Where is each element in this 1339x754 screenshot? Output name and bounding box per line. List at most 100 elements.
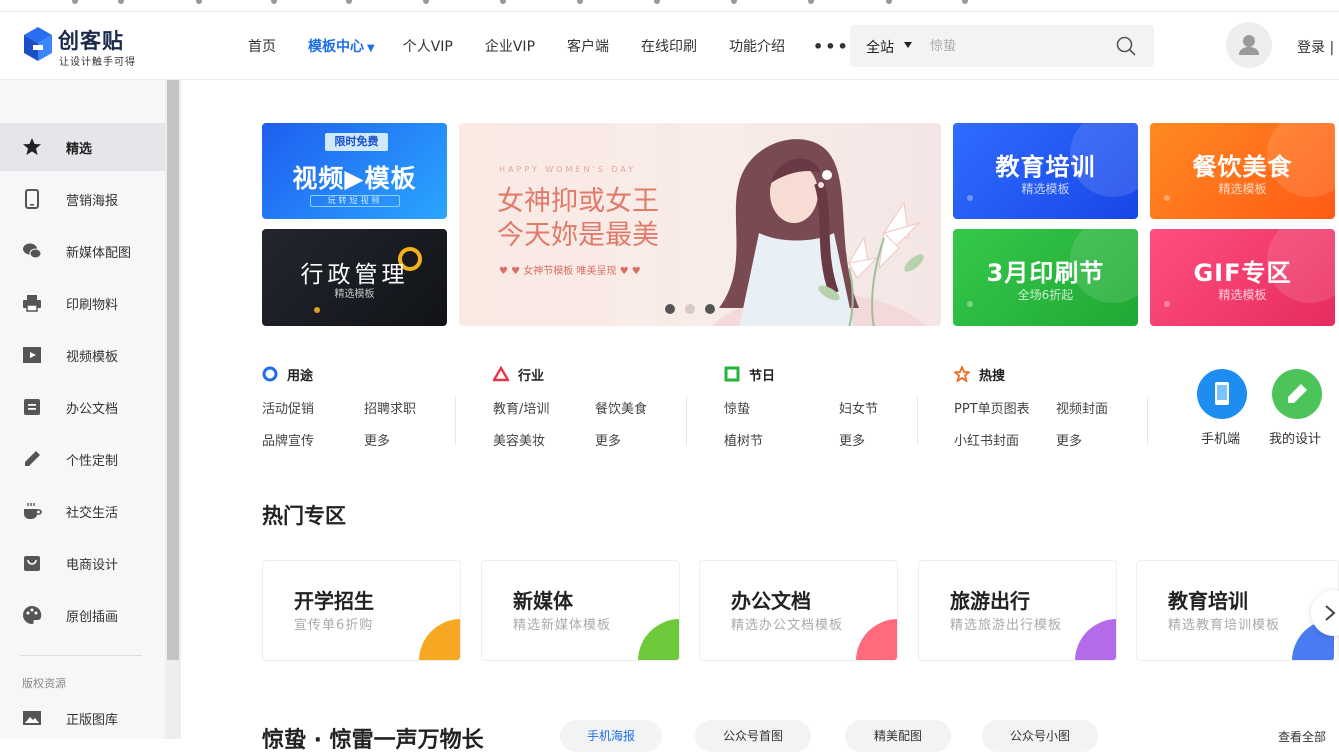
hot-card[interactable]: 开学招生 宣传单6折购 bbox=[262, 560, 461, 661]
quick-link[interactable]: 视频封面 bbox=[1056, 398, 1108, 417]
quick-link[interactable]: 小红书封面 bbox=[954, 430, 1019, 449]
brand-name: 创客贴 bbox=[58, 29, 124, 53]
banner-title: 教育培训 bbox=[995, 153, 1096, 181]
banner-subtitle: 精选模板 bbox=[1021, 182, 1070, 196]
hero-eyebrow: HAPPY WOMEN'S DAY bbox=[499, 165, 637, 174]
free-badge: 限时免费 bbox=[325, 133, 388, 151]
print-festival-banner[interactable]: 3月印刷节 全场6折起 bbox=[953, 229, 1138, 326]
sidebar-divider bbox=[20, 655, 142, 656]
quick-link[interactable]: 餐饮美食 bbox=[595, 398, 647, 417]
nav-personal-vip[interactable]: 个人VIP bbox=[403, 36, 453, 56]
caret-down-icon: ▼ bbox=[367, 43, 375, 54]
top-header: 创客贴 让设计触手可得 首页 模板中心 ▼ 个人VIP 企业VIP 客户端 在线印… bbox=[0, 12, 1339, 80]
hot-card[interactable]: 办公文档 精选办公文档模板 bbox=[699, 560, 898, 661]
sidebar-item-office-docs[interactable]: 办公文档 bbox=[0, 383, 165, 431]
gif-banner[interactable]: GIF专区 精选模板 bbox=[1150, 229, 1335, 326]
hot-card[interactable]: 旅游出行 精选旅游出行模板 bbox=[918, 560, 1117, 661]
nav-online-print[interactable]: 在线印刷 bbox=[641, 36, 697, 56]
education-banner[interactable]: 教育培训 精选模板 bbox=[953, 123, 1138, 219]
nav-template-center[interactable]: 模板中心 ▼ bbox=[308, 36, 375, 56]
hero-carousel[interactable]: HAPPY WOMEN'S DAY 女神抑或女王 今天妳是最美 ♥ ♥ 女神节模… bbox=[459, 123, 941, 326]
card-subtitle: 宣传单6折购 bbox=[294, 618, 374, 633]
carousel-dot-2[interactable] bbox=[685, 304, 695, 314]
circle-icon bbox=[262, 366, 278, 382]
sidebar-item-ecommerce[interactable]: 电商设计 bbox=[0, 539, 165, 587]
coffee-icon bbox=[24, 503, 42, 519]
login-link[interactable]: 登录 | bbox=[1297, 37, 1334, 57]
hero-illustration bbox=[711, 139, 927, 326]
sidebar-item-print-materials[interactable]: 印刷物料 bbox=[0, 279, 165, 327]
sidebar-item-video-templates[interactable]: 视频模板 bbox=[0, 331, 165, 379]
sidebar-item-label: 精选 bbox=[66, 142, 93, 157]
quick-link[interactable]: 惊蛰 bbox=[724, 398, 750, 417]
sidebar-item-stock-images[interactable]: 正版图库 bbox=[0, 694, 165, 742]
caret-down-icon[interactable] bbox=[904, 42, 912, 48]
nav-home[interactable]: 首页 bbox=[248, 36, 276, 56]
video-template-banner[interactable]: 限时免费 视频▶模板 玩转短视频 bbox=[262, 123, 447, 219]
sidebar-item-social-life[interactable]: 社交生活 bbox=[0, 487, 165, 535]
quick-link[interactable]: 妇女节 bbox=[839, 398, 878, 417]
admin-banner[interactable]: 行政管理 精选模板 bbox=[262, 229, 447, 326]
hot-card[interactable]: 新媒体 精选新媒体模板 bbox=[481, 560, 680, 661]
banner-title: 视频▶模板 bbox=[292, 164, 417, 193]
decor-dot bbox=[1164, 195, 1170, 201]
video-icon bbox=[23, 347, 41, 363]
logo-mark-icon bbox=[24, 27, 52, 61]
sidebar-scrollbar-thumb[interactable] bbox=[167, 80, 179, 660]
quick-link[interactable]: 招聘求职 bbox=[364, 398, 416, 417]
quick-link-more[interactable]: 更多 bbox=[1056, 430, 1082, 449]
section-title-jingzhe: 惊蛰 · 惊雷一声万物长 bbox=[262, 728, 484, 753]
divider bbox=[455, 397, 456, 445]
banner-title: 3月印刷节 bbox=[986, 259, 1105, 287]
sidebar-item-illustration[interactable]: 原创插画 bbox=[0, 591, 165, 639]
quick-link-more[interactable]: 更多 bbox=[839, 430, 865, 449]
card-accent bbox=[1075, 619, 1116, 660]
card-title: 新媒体 bbox=[513, 589, 573, 613]
search-input[interactable] bbox=[930, 33, 1100, 59]
quick-link[interactable]: 活动促销 bbox=[262, 398, 314, 417]
quick-link[interactable]: 植树节 bbox=[724, 430, 763, 449]
sidebar-item-new-media[interactable]: 新媒体配图 bbox=[0, 227, 165, 275]
quick-link-more[interactable]: 更多 bbox=[595, 430, 621, 449]
pill-tab[interactable]: 手机海报 bbox=[560, 720, 662, 752]
hot-card[interactable]: 教育培训 精选教育培训模板 bbox=[1136, 560, 1339, 661]
avatar[interactable] bbox=[1226, 22, 1272, 68]
nav-features[interactable]: 功能介绍 bbox=[729, 36, 785, 56]
card-title: 教育培训 bbox=[1168, 589, 1248, 613]
quick-group-header: 节日 bbox=[724, 365, 775, 384]
view-all-link[interactable]: 查看全部 bbox=[1278, 728, 1326, 745]
food-banner[interactable]: 餐饮美食 精选模板 bbox=[1150, 123, 1335, 219]
pill-tab[interactable]: 精美配图 bbox=[845, 720, 951, 752]
card-title: 办公文档 bbox=[731, 589, 811, 613]
pill-tab[interactable]: 公众号小图 bbox=[982, 720, 1098, 752]
sidebar-item-featured[interactable]: 精选 bbox=[0, 123, 165, 171]
quick-link[interactable]: 美容美妆 bbox=[493, 430, 545, 449]
quick-link-more[interactable]: 更多 bbox=[364, 430, 390, 449]
quick-link[interactable]: 教育/培训 bbox=[493, 398, 549, 417]
nav-enterprise-vip[interactable]: 企业VIP bbox=[485, 36, 535, 56]
nav-client[interactable]: 客户端 bbox=[567, 36, 609, 56]
sidebar-item-marketing-poster[interactable]: 营销海报 bbox=[0, 175, 165, 223]
sidebar-item-label: 营销海报 bbox=[66, 194, 119, 209]
quick-link[interactable]: PPT单页图表 bbox=[954, 398, 1030, 417]
search-scope-select[interactable]: 全站 bbox=[866, 37, 894, 57]
phone-icon bbox=[25, 189, 39, 209]
quick-group-title: 行业 bbox=[518, 368, 545, 384]
carousel-dot-3[interactable] bbox=[705, 304, 715, 314]
sidebar-item-label: 电商设计 bbox=[66, 558, 119, 573]
nav-more-button[interactable]: ••• bbox=[813, 37, 850, 56]
mobile-button[interactable] bbox=[1197, 369, 1247, 419]
quick-group-title: 热搜 bbox=[979, 368, 1006, 384]
pill-tab[interactable]: 公众号首图 bbox=[695, 720, 811, 752]
quick-group-header: 用途 bbox=[262, 365, 313, 384]
search-icon[interactable] bbox=[1116, 36, 1136, 56]
carousel-dot-1[interactable] bbox=[665, 304, 675, 314]
carousel-dots bbox=[665, 304, 715, 314]
sidebar-item-custom[interactable]: 个性定制 bbox=[0, 435, 165, 483]
my-design-button[interactable] bbox=[1272, 369, 1322, 419]
banner-title: 行政管理 bbox=[300, 262, 409, 288]
quick-link[interactable]: 品牌宣传 bbox=[262, 430, 314, 449]
brand-logo[interactable]: 创客贴 让设计触手可得 bbox=[22, 25, 152, 69]
card-accent bbox=[419, 619, 460, 660]
sidebar: 精选 营销海报 新媒体配图 印刷物料 视频模板 办公文档 个性定制 社交生活 电… bbox=[0, 80, 165, 739]
